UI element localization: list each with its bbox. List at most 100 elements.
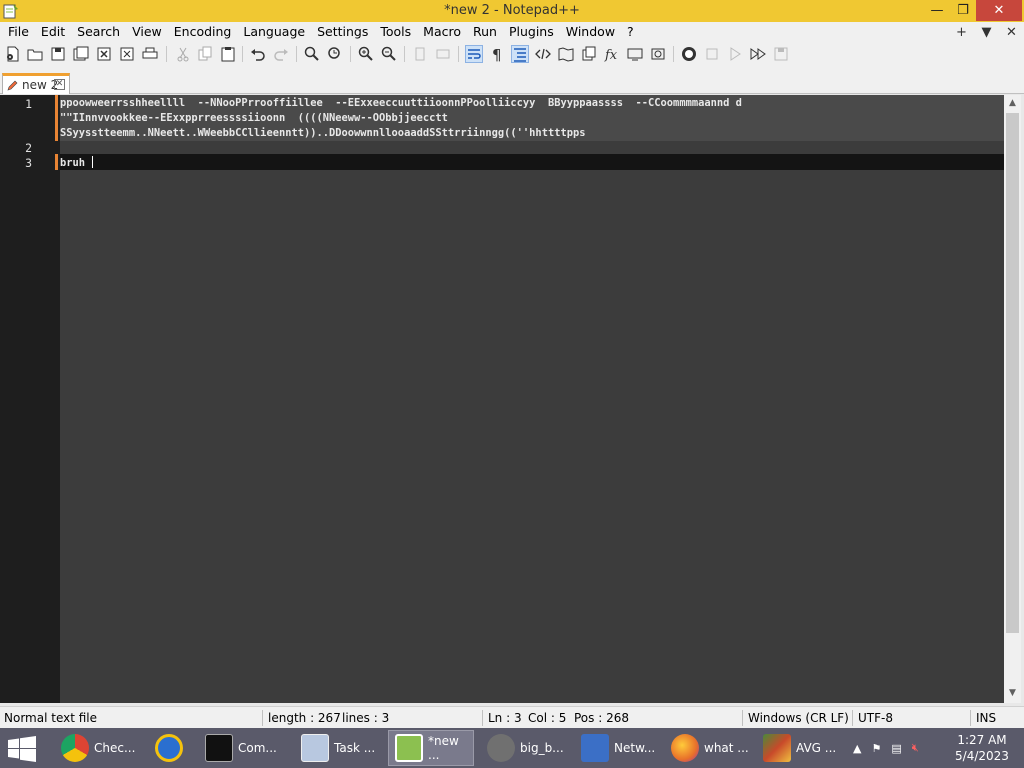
status-encoding[interactable]: UTF-8 (854, 707, 893, 729)
status-insert-mode[interactable]: INS (972, 707, 996, 729)
svg-text:¶: ¶ (492, 46, 502, 62)
menu-view[interactable]: View (126, 22, 168, 42)
open-file-icon[interactable] (26, 45, 44, 63)
clock-time: 1:27 AM (957, 733, 1007, 747)
menu-window[interactable]: Window (560, 22, 621, 42)
close-window-button[interactable]: ✕ (976, 0, 1022, 21)
cut-icon[interactable] (174, 45, 192, 63)
paste-icon[interactable] (219, 45, 237, 63)
taskbar-notepadpp[interactable]: *new ... (388, 730, 474, 766)
print-icon[interactable] (141, 45, 159, 63)
action-center-flag-icon[interactable]: ⚑ (871, 742, 881, 755)
run-macro-multiple-icon[interactable] (749, 45, 767, 63)
code-line: SSyysstteemm..NNeett..WWeebbCCllieenntt)… (60, 127, 586, 139)
toolbar-separator (296, 46, 297, 62)
zoom-out-icon[interactable] (380, 45, 398, 63)
menu-bar: File Edit Search View Encoding Language … (0, 22, 1024, 42)
show-all-characters-icon[interactable]: ¶ (488, 45, 506, 63)
redo-icon[interactable] (272, 45, 290, 63)
taskbar-label: Com... (238, 741, 277, 755)
tab-close-icon[interactable]: ✕ (54, 79, 65, 90)
scroll-down-arrow-icon[interactable]: ▼ (1004, 685, 1021, 702)
tab-list-dropdown-icon[interactable]: ▼ (974, 25, 999, 40)
menu-settings[interactable]: Settings (311, 22, 374, 42)
close-document-icon[interactable]: ✕ (999, 25, 1024, 40)
modified-pencil-icon (7, 80, 18, 91)
taskbar-big-b[interactable]: big_b... (480, 730, 568, 766)
vertical-scrollbar[interactable]: ▲ ▼ (1004, 95, 1021, 703)
find-icon[interactable] (303, 45, 321, 63)
status-eol[interactable]: Windows (CR LF) (744, 707, 849, 729)
word-wrap-icon[interactable] (465, 45, 483, 63)
taskbar-avg[interactable]: AVG ... (756, 730, 842, 766)
menu-edit[interactable]: Edit (35, 22, 71, 42)
menu-search[interactable]: Search (71, 22, 126, 42)
menu-macro[interactable]: Macro (417, 22, 467, 42)
menu-help[interactable]: ? (621, 22, 640, 42)
application-icon (487, 734, 515, 762)
save-icon[interactable] (49, 45, 67, 63)
toolbar: ¶ fx (0, 42, 1024, 68)
show-hidden-icons-chevron-up-icon[interactable]: ▲ (853, 742, 861, 755)
firefox-icon (671, 734, 699, 762)
indent-guide-icon[interactable] (511, 45, 529, 63)
taskbar-command-prompt[interactable]: Com... (198, 730, 288, 766)
copy-icon[interactable] (196, 45, 214, 63)
tab-label: new 2 (22, 78, 59, 92)
taskbar-label: Netw... (614, 741, 656, 755)
status-divider (262, 710, 263, 726)
sync-vertical-icon[interactable] (411, 45, 429, 63)
chrome-icon (61, 734, 89, 762)
network-tray-icon[interactable]: ▤ (891, 742, 901, 755)
text-editing-area[interactable]: ppoowweerrsshheellll --NNooPPrrooffiille… (60, 95, 1004, 703)
stop-recording-icon[interactable] (703, 45, 721, 63)
folder-workspace-icon[interactable] (626, 45, 644, 63)
save-all-icon[interactable] (72, 45, 90, 63)
system-tray: ▲ ⚑ ▤ 🔇︎ (848, 728, 924, 768)
document-map-icon[interactable] (557, 45, 575, 63)
toolbar-separator (166, 46, 167, 62)
toolbar-separator (350, 46, 351, 62)
taskbar-task-manager[interactable]: Task ... (294, 730, 384, 766)
taskbar-chrome[interactable]: Chec... (54, 730, 140, 766)
new-file-icon[interactable] (4, 45, 22, 63)
record-macro-icon[interactable] (680, 45, 698, 63)
menu-tools[interactable]: Tools (374, 22, 417, 42)
taskbar-network[interactable]: Netw... (574, 730, 660, 766)
volume-muted-icon[interactable]: 🔇︎ (912, 741, 919, 755)
replace-icon[interactable] (326, 45, 344, 63)
close-file-icon[interactable] (95, 45, 113, 63)
new-tab-plus-icon[interactable]: + (949, 25, 974, 40)
playback-macro-icon[interactable] (726, 45, 744, 63)
windows-start-icon[interactable] (8, 736, 36, 762)
function-list-icon[interactable]: fx (603, 45, 621, 63)
taskbar-label: big_b... (520, 741, 564, 755)
xml-tag-icon[interactable] (534, 45, 552, 63)
maximize-button[interactable]: ❐ (948, 0, 978, 21)
menu-encoding[interactable]: Encoding (168, 22, 238, 42)
system-clock[interactable]: 1:27 AM 5/4/2023 (952, 732, 1012, 764)
menu-run[interactable]: Run (467, 22, 503, 42)
scrollbar-thumb[interactable] (1006, 113, 1019, 633)
scroll-up-arrow-icon[interactable]: ▲ (1004, 95, 1021, 112)
menu-language[interactable]: Language (237, 22, 311, 42)
close-all-icon[interactable] (118, 45, 136, 63)
sync-horizontal-icon[interactable] (434, 45, 452, 63)
current-line-highlight (60, 154, 1004, 170)
toolbar-separator (458, 46, 459, 62)
taskbar-firefox[interactable]: what ... (664, 730, 752, 766)
save-macro-icon[interactable] (772, 45, 790, 63)
line-number: 1 (25, 97, 32, 111)
monitoring-icon[interactable] (649, 45, 667, 63)
task-manager-icon (301, 734, 329, 762)
zoom-in-icon[interactable] (357, 45, 375, 63)
undo-icon[interactable] (249, 45, 267, 63)
taskbar-label: Chec... (94, 741, 136, 755)
taskbar-pinned-app[interactable] (148, 730, 194, 766)
tab-new-2[interactable]: new 2 ✕ (2, 73, 70, 94)
document-list-icon[interactable] (580, 45, 598, 63)
menu-file[interactable]: File (2, 22, 35, 42)
notepadpp-icon (395, 734, 423, 762)
menu-plugins[interactable]: Plugins (503, 22, 560, 42)
status-lines: lines : 3 (342, 711, 390, 725)
